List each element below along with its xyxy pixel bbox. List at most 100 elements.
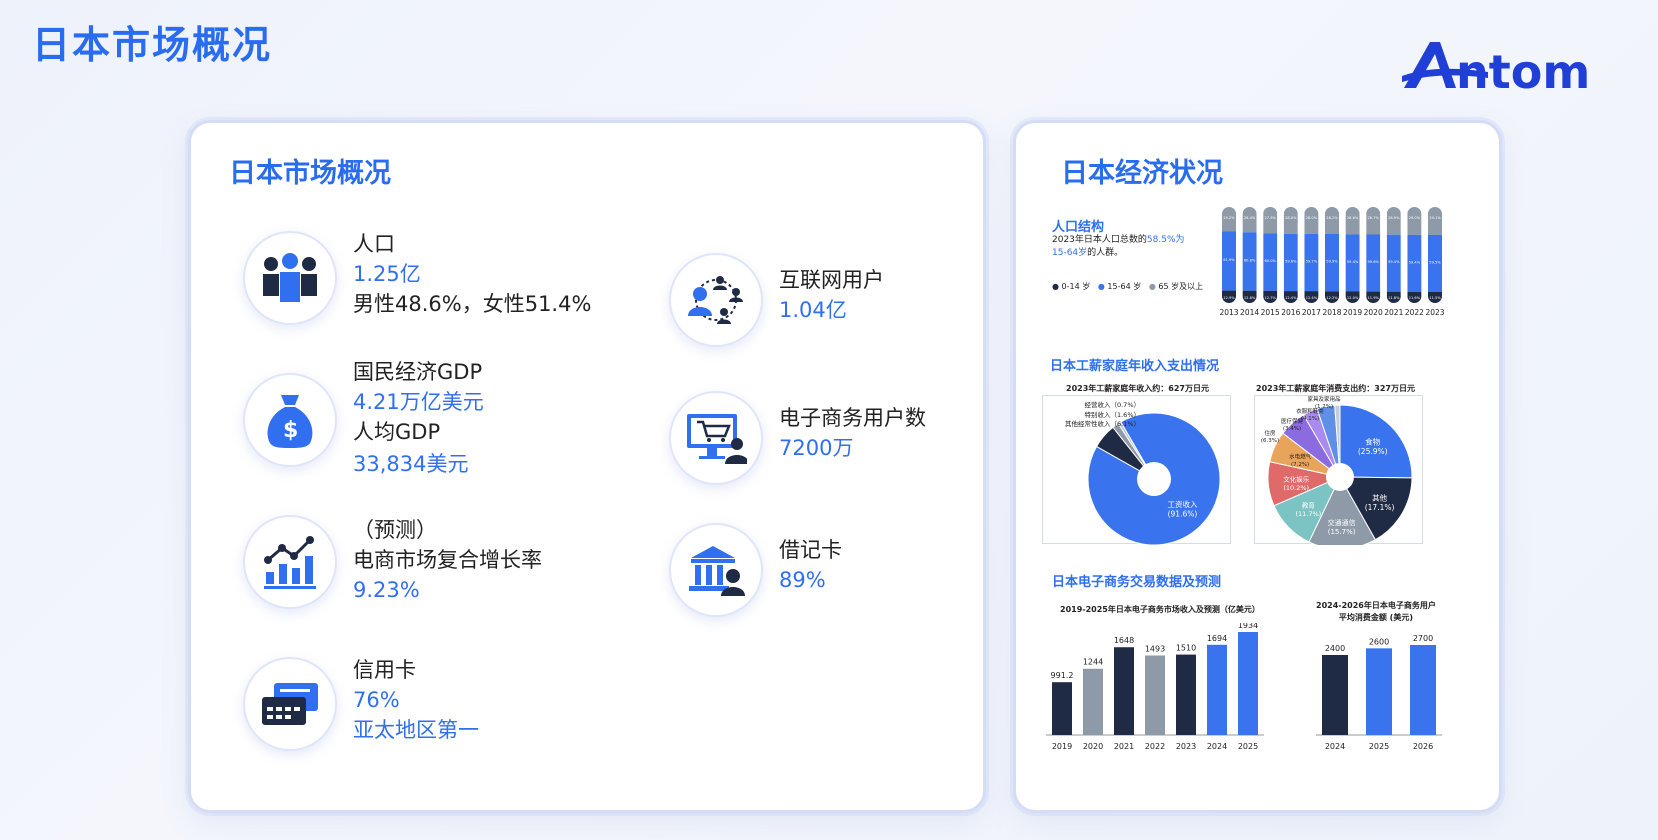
data-label: 11.8% <box>1388 296 1400 300</box>
gdp-value: 4.21万亿美元 <box>353 390 484 414</box>
data-label: 2700 <box>1413 634 1433 643</box>
data-label: 12.4% <box>1285 296 1297 300</box>
slice-label: 特别收入（1.6%） <box>1084 410 1140 419</box>
data-label: 12.2% <box>1326 296 1338 300</box>
bar <box>1207 644 1227 735</box>
bar-segment-65plus <box>1366 207 1381 235</box>
x-tick-label: 2016 <box>1281 308 1300 317</box>
x-tick-label: 2026 <box>1413 742 1433 751</box>
svg-text:$: $ <box>283 418 298 443</box>
data-label: 2600 <box>1369 637 1389 646</box>
income-pie-chart: 工资收入(91.6%) 经营收入（0.7%）特别收入（1.6%）其他经常性收入（6… <box>1042 395 1231 545</box>
data-label: 59.9% <box>1326 260 1338 264</box>
population-detail: 男性48.6%，女性51.4% <box>353 292 592 316</box>
slice-label: 教育 <box>1302 501 1316 510</box>
x-tick-label: 2025 <box>1369 742 1389 751</box>
ecommerce-title: 日本电子商务交易数据及预测 <box>1052 575 1222 590</box>
credit-card-icon <box>243 657 337 751</box>
growth-label: 电商市场复合增长率 <box>353 548 542 572</box>
bar-segment-65plus <box>1407 207 1422 235</box>
card-title: 日本市场概况 <box>229 158 391 189</box>
bar <box>1083 668 1103 735</box>
data-label: 25.2% <box>1223 216 1235 220</box>
household-title: 日本工薪家庭年收入支出情况 <box>1050 359 1220 374</box>
bar-segment-65plus <box>1345 207 1360 235</box>
data-label: 27.3% <box>1264 216 1276 220</box>
spend-chart-title: 2024-2026年日本电子商务用户 平均消费金额 (美元) <box>1316 601 1436 622</box>
x-tick-label: 2023 <box>1176 742 1196 751</box>
slice-label: 食物 <box>1365 437 1381 447</box>
data-label: 60.0% <box>1264 259 1276 263</box>
population-label: 人口 <box>353 232 395 256</box>
population-structure-title: 人口结构 <box>1052 220 1105 235</box>
data-label: 2400 <box>1325 644 1345 653</box>
data-label: 1694 <box>1207 634 1227 643</box>
antom-logo: ntom <box>1400 36 1620 100</box>
slice-label: 交通通信 <box>1328 518 1356 527</box>
data-label: 28.0% <box>1285 216 1297 220</box>
bar-segment-65plus <box>1428 207 1442 235</box>
data-label: 61.9% <box>1223 258 1235 262</box>
slice-label: 文化娱乐 <box>1283 474 1310 483</box>
growth-chart-icon <box>243 515 337 609</box>
slice-label: 其他经常性收入（6.1%） <box>1065 419 1140 428</box>
data-label: 12.4% <box>1306 296 1318 300</box>
x-tick-label: 2021 <box>1384 308 1403 317</box>
credit-card-value: 76% <box>353 688 400 712</box>
data-label: 11.9% <box>1367 296 1379 300</box>
slice-label: 医疗保健 <box>1281 417 1304 425</box>
data-label: 59.7% <box>1306 259 1318 263</box>
x-tick-label: 2013 <box>1219 308 1238 317</box>
economy-card: 日本经济状况 人口结构 2023年日本人口总数的58.5%为 15-64岁的人群… <box>1013 120 1502 813</box>
credit-card-label: 信用卡 <box>353 658 416 682</box>
bar-segment-65plus <box>1304 207 1319 234</box>
bar <box>1052 682 1072 735</box>
data-label: 12.8% <box>1244 296 1256 300</box>
population-structure-desc: 2023年日本人口总数的58.5%为 15-64岁的人群。 <box>1052 235 1185 258</box>
slice-value: (3.4%) <box>1283 426 1301 432</box>
x-tick-label: 2015 <box>1261 308 1280 317</box>
x-tick-label: 2024 <box>1325 742 1345 751</box>
data-label: 59.6% <box>1367 260 1379 264</box>
money-bag-icon: $ <box>243 373 337 467</box>
data-label: 28.7% <box>1367 216 1379 220</box>
revenue-chart-title: 2019-2025年日本电子商务市场收入及预测（亿美元） <box>1060 605 1260 614</box>
expense-pie-chart: 食物(25.9%) 其他(17.1%) 交通通信(15.7%) 教育(11.7%) 文化… <box>1254 395 1423 545</box>
legend-item: 0-14 岁 <box>1061 282 1091 291</box>
x-tick-label: 2019 <box>1343 308 1362 317</box>
slice-value: (6.3%) <box>1261 438 1279 444</box>
x-tick-label: 2017 <box>1302 308 1321 317</box>
population-legend: ● 0-14 岁 ● 15-64 岁 ● 65 岁及以上 <box>1052 282 1204 291</box>
x-tick-label: 2018 <box>1322 308 1341 317</box>
gdp-per-capita-value: 33,834美元 <box>353 452 469 476</box>
data-label: 991.2 <box>1051 671 1074 680</box>
slice-value: (4.1%) <box>1301 416 1319 422</box>
spend-bar-chart: 2400 2024 2600 2025 2700 2026 <box>1316 634 1442 751</box>
data-label: 1510 <box>1176 644 1196 653</box>
bar-segment-65plus <box>1386 207 1401 235</box>
data-label: 28.6% <box>1347 216 1359 220</box>
bar <box>1176 654 1196 735</box>
ecommerce-users-label: 电子商务用户数 <box>779 406 926 430</box>
expense-chart-title: 2023年工薪家庭年消费支出约：327万日元 <box>1256 384 1415 393</box>
debit-card-value: 89% <box>779 568 826 592</box>
market-overview-card: 日本市场概况 人口 1.25亿 男性48.6%，女性51.4% $ 国民经济GD… <box>188 120 986 813</box>
slice-value: (15.7%) <box>1328 528 1356 536</box>
bar-segment-65plus <box>1325 207 1339 234</box>
x-tick-label: 2024 <box>1207 742 1227 751</box>
slice-value: (11.7%) <box>1295 510 1321 518</box>
slice-value: (25.9%) <box>1358 447 1388 456</box>
data-label: 59.4% <box>1347 260 1359 264</box>
slice-label: 住房 <box>1264 429 1276 437</box>
data-label: 26.4% <box>1244 216 1256 220</box>
data-label: 28.0% <box>1306 216 1318 220</box>
gdp-label: 国民经济GDP <box>353 360 483 384</box>
credit-card-detail: 亚太地区第一 <box>353 718 479 742</box>
data-label: 28.9% <box>1388 216 1400 220</box>
card-title: 日本经济状况 <box>1061 158 1223 189</box>
data-label: 29.0% <box>1409 216 1421 220</box>
slice-label: 家具及家用品 <box>1307 395 1341 403</box>
data-label: 12.0% <box>1347 296 1359 300</box>
x-tick-label: 2021 <box>1114 742 1134 751</box>
data-label: 60.8% <box>1244 259 1256 263</box>
